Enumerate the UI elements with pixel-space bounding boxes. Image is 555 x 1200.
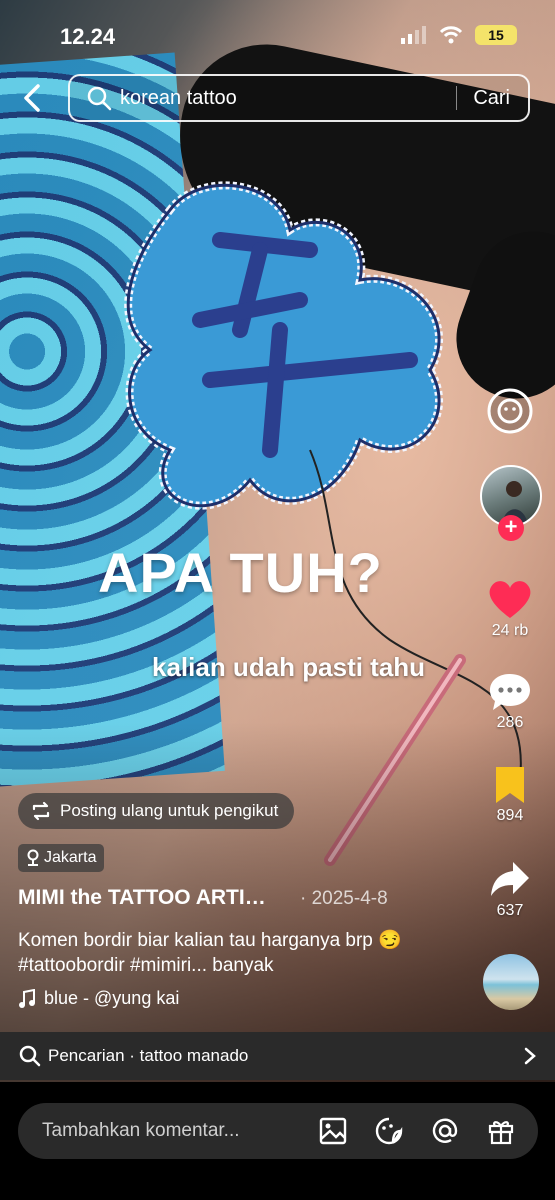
status-time: 12.24 — [60, 24, 116, 49]
search-query[interactable]: korean tattoo — [120, 87, 456, 110]
music-info[interactable]: blue - @yung kai — [18, 988, 179, 1009]
sound-disc[interactable] — [483, 954, 539, 1010]
search-bar[interactable]: korean tattoo Cari — [68, 74, 530, 122]
share-action[interactable]: 637 — [465, 858, 555, 920]
save-action[interactable]: 894 — [465, 765, 555, 825]
wifi-icon — [439, 26, 463, 44]
location-tag[interactable]: Jakarta — [18, 844, 105, 872]
chevron-right-icon — [524, 1047, 536, 1065]
comment-action[interactable]: 286 — [465, 672, 555, 732]
comment-bubble-icon — [490, 674, 530, 710]
related-search-bar[interactable]: Pencarian · tattoo manado — [0, 1032, 555, 1080]
comment-count: 286 — [496, 714, 524, 731]
comment-placeholder[interactable]: Tambahkan komentar... — [42, 1120, 318, 1142]
search-icon — [19, 1045, 41, 1067]
search-divider — [456, 86, 458, 110]
post-date: · 2025-4-8 — [300, 888, 388, 909]
status-icons: 15 — [401, 25, 517, 45]
save-count: 894 — [496, 807, 524, 824]
repost-button[interactable]: Posting ulang untuk pengikut — [18, 793, 295, 829]
like-count: 24 rb — [491, 622, 529, 639]
like-action[interactable]: 24 rb — [465, 578, 555, 640]
related-search-label: Pencarian · tattoo manado — [48, 1046, 249, 1065]
music-note-icon — [19, 988, 35, 1008]
video-overlay-title: APA TUH? — [98, 541, 383, 604]
image-icon[interactable] — [318, 1116, 348, 1146]
mention-icon[interactable] — [430, 1116, 460, 1146]
music-title: blue - @yung kai — [44, 988, 180, 1008]
post-caption[interactable]: Komen bordir biar kalian tau harganya br… — [18, 928, 438, 978]
back-arrow-icon[interactable] — [18, 82, 48, 114]
share-arrow-icon — [491, 862, 529, 896]
cellular-signal-icon — [401, 26, 426, 44]
heart-icon — [489, 581, 531, 618]
sticker-icon[interactable] — [374, 1116, 404, 1146]
battery-indicator: 15 — [475, 25, 517, 45]
search-icon — [87, 86, 112, 111]
emoji-sticker-icon[interactable] — [487, 388, 533, 434]
repost-icon — [32, 801, 50, 821]
repost-label: Posting ulang untuk pengikut — [60, 801, 279, 820]
gift-icon[interactable] — [486, 1116, 516, 1146]
author-name[interactable]: MIMI the TATTOO ARTI… — [18, 886, 288, 910]
follow-button[interactable]: + — [498, 515, 524, 541]
bookmark-icon — [496, 767, 524, 803]
video-overlay-subtitle: kalian udah pasti tahu — [152, 652, 426, 682]
search-submit-button[interactable]: Cari — [473, 87, 510, 110]
location-pin-icon — [27, 849, 39, 866]
share-count: 637 — [496, 902, 524, 919]
location-label: Jakarta — [44, 849, 97, 866]
comment-input[interactable]: Tambahkan komentar... — [18, 1103, 538, 1159]
